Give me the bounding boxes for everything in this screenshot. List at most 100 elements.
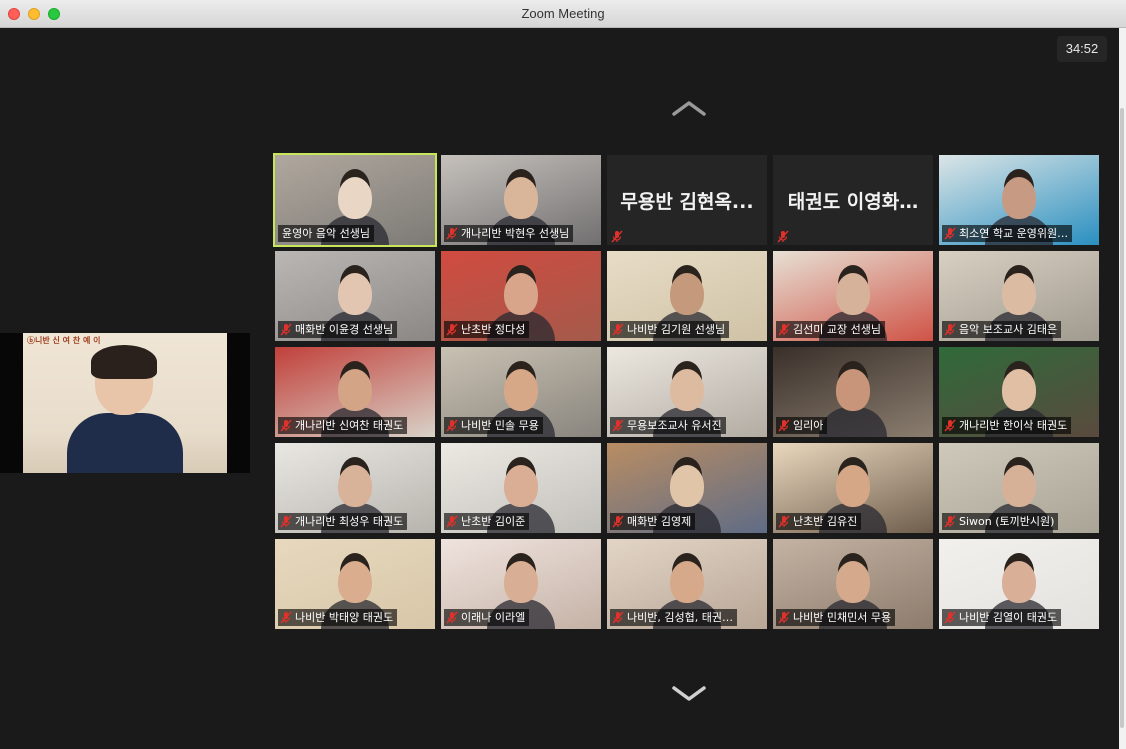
- participant-tile[interactable]: 매화반 이윤경 선생님: [275, 251, 435, 341]
- participant-name-label: Siwon (토끼반시원): [942, 513, 1059, 530]
- participant-tile[interactable]: 나비반, 김성협, 태권…: [607, 539, 767, 629]
- mic-muted-icon: [446, 419, 461, 432]
- scrollbar[interactable]: [1119, 28, 1126, 749]
- participant-tile[interactable]: 최소연 학교 운영위원…: [939, 155, 1099, 245]
- pinned-person-body: [67, 413, 183, 473]
- mic-muted-icon: [280, 323, 295, 336]
- participant-tile[interactable]: 음악 보조교사 김태은: [939, 251, 1099, 341]
- participant-tile[interactable]: 난초반 김유진: [773, 443, 933, 533]
- participant-name-placeholder: 태권도 이영화…: [787, 191, 919, 213]
- participant-tile[interactable]: 개나리반 최성우 태권도: [275, 443, 435, 533]
- participant-name-label: 김선미 교장 선생님: [776, 321, 885, 338]
- participant-tile[interactable]: 윤영아 음악 선생님: [273, 153, 437, 247]
- participant-name: Siwon (토끼반시원): [959, 515, 1055, 528]
- pinned-video[interactable]: ⓑ니반 신 여 찬 예 이: [0, 333, 250, 473]
- participant-name-label: 나비반 박태양 태권도: [278, 609, 398, 626]
- mic-muted-icon: [612, 515, 627, 528]
- participant-tile[interactable]: 나비반 민솔 무용: [441, 347, 601, 437]
- participant-name-label: 개나리반 최성우 태권도: [278, 513, 408, 530]
- participant-tile[interactable]: 이래나 이라엘: [441, 539, 601, 629]
- participant-tile[interactable]: 나비반 김기원 선생님: [607, 251, 767, 341]
- participant-person-head: [504, 369, 538, 411]
- participant-name-label: 개나리반 한이삭 태권도: [942, 417, 1072, 434]
- participant-name-label: 나비반 민솔 무용: [444, 417, 543, 434]
- participant-name-label: 매화반 김영제: [610, 513, 696, 530]
- participant-tile[interactable]: Siwon (토끼반시원): [939, 443, 1099, 533]
- participant-tile[interactable]: 임리아: [773, 347, 933, 437]
- participant-tile[interactable]: 나비반 김열이 태권도: [939, 539, 1099, 629]
- participant-tile[interactable]: 매화반 김영제: [607, 443, 767, 533]
- chevron-down-icon[interactable]: [672, 684, 706, 704]
- mic-muted-icon: [944, 323, 959, 336]
- participant-person-head: [670, 465, 704, 507]
- participant-tile[interactable]: 개나리반 한이삭 태권도: [939, 347, 1099, 437]
- pinned-person-hair: [91, 345, 157, 379]
- participant-name: 매화반 김영제: [627, 515, 692, 528]
- participant-name: 개나리반 박현우 선생님: [461, 227, 570, 240]
- participant-name-label: 음악 보조교사 김태은: [942, 321, 1062, 338]
- participant-person-head: [1002, 273, 1036, 315]
- participant-tile[interactable]: 무용보조교사 유서진: [607, 347, 767, 437]
- mic-muted-icon: [280, 611, 295, 624]
- meeting-timer: 34:52: [1057, 36, 1107, 62]
- participant-name: 개나리반 신여찬 태권도: [295, 419, 404, 432]
- participant-name: 음악 보조교사 김태은: [959, 323, 1058, 336]
- participant-tile[interactable]: 태권도 이영화…: [773, 155, 933, 245]
- participant-person-head: [836, 273, 870, 315]
- participant-tile[interactable]: 무용반 김현옥...: [607, 155, 767, 245]
- participant-name: 나비반 김열이 태권도: [959, 611, 1058, 624]
- participant-person-head: [504, 465, 538, 507]
- mic-muted-icon: [944, 611, 959, 624]
- participant-person-head: [836, 561, 870, 603]
- window-titlebar: Zoom Meeting: [0, 0, 1126, 28]
- participant-name-label: 난초반 정다성: [444, 321, 530, 338]
- participant-name-label: 개나리반 박현우 선생님: [444, 225, 574, 242]
- participant-tile[interactable]: 난초반 정다성: [441, 251, 601, 341]
- participant-name-label: 나비반 김열이 태권도: [942, 609, 1062, 626]
- participant-name: 매화반 이윤경 선생님: [295, 323, 394, 336]
- participant-name-label: 나비반 김기원 선생님: [610, 321, 730, 338]
- participant-tile[interactable]: 개나리반 박현우 선생님: [441, 155, 601, 245]
- scrollbar-thumb[interactable]: [1120, 108, 1124, 728]
- participant-name: 나비반 민솔 무용: [461, 419, 539, 432]
- participant-tile[interactable]: 난초반 김이준: [441, 443, 601, 533]
- participant-name-label: 매화반 이윤경 선생님: [278, 321, 398, 338]
- mic-muted-icon: [612, 323, 627, 336]
- participant-name: 난초반 김유진: [793, 515, 858, 528]
- mic-muted-icon: [611, 228, 623, 243]
- participant-name: 나비반 박태양 태권도: [295, 611, 394, 624]
- mic-muted-icon: [944, 515, 959, 528]
- participant-person-head: [504, 273, 538, 315]
- participant-tile[interactable]: 개나리반 신여찬 태권도: [275, 347, 435, 437]
- participant-person-head: [836, 465, 870, 507]
- mic-muted-icon: [280, 419, 295, 432]
- participant-tile[interactable]: 나비반 박태양 태권도: [275, 539, 435, 629]
- participant-name-label: 무용보조교사 유서진: [610, 417, 726, 434]
- mic-muted-icon: [446, 323, 461, 336]
- participant-name-label: 나비반 민채민서 무용: [776, 609, 896, 626]
- mic-muted-icon: [778, 611, 793, 624]
- participant-person-head: [1002, 369, 1036, 411]
- meeting-gallery-area: 34:52 ⓑ니반 신 여 찬 예 이 윤영아 음악 선생님 개나리반 박현우 선…: [0, 28, 1119, 749]
- participant-tile[interactable]: 김선미 교장 선생님: [773, 251, 933, 341]
- participant-name-label: 최소연 학교 운영위원…: [942, 225, 1073, 242]
- mic-muted-icon: [446, 227, 461, 240]
- participant-tile[interactable]: 나비반 민채민서 무용: [773, 539, 933, 629]
- participant-person-head: [1002, 177, 1036, 219]
- participant-person-head: [338, 273, 372, 315]
- participant-person-head: [504, 177, 538, 219]
- participant-name: 무용보조교사 유서진: [627, 419, 722, 432]
- mic-muted-icon: [778, 323, 793, 336]
- mic-muted-icon: [778, 515, 793, 528]
- mic-muted-icon: [778, 419, 793, 432]
- participant-name: 난초반 정다성: [461, 323, 526, 336]
- mic-muted-icon: [446, 515, 461, 528]
- participant-name-label: 윤영아 음악 선생님: [278, 225, 374, 242]
- participant-person-head: [338, 561, 372, 603]
- chevron-up-icon[interactable]: [672, 98, 706, 118]
- participant-person-head: [504, 561, 538, 603]
- participant-person-head: [670, 561, 704, 603]
- mic-muted-icon: [446, 611, 461, 624]
- participant-person-head: [670, 273, 704, 315]
- participant-person-head: [836, 369, 870, 411]
